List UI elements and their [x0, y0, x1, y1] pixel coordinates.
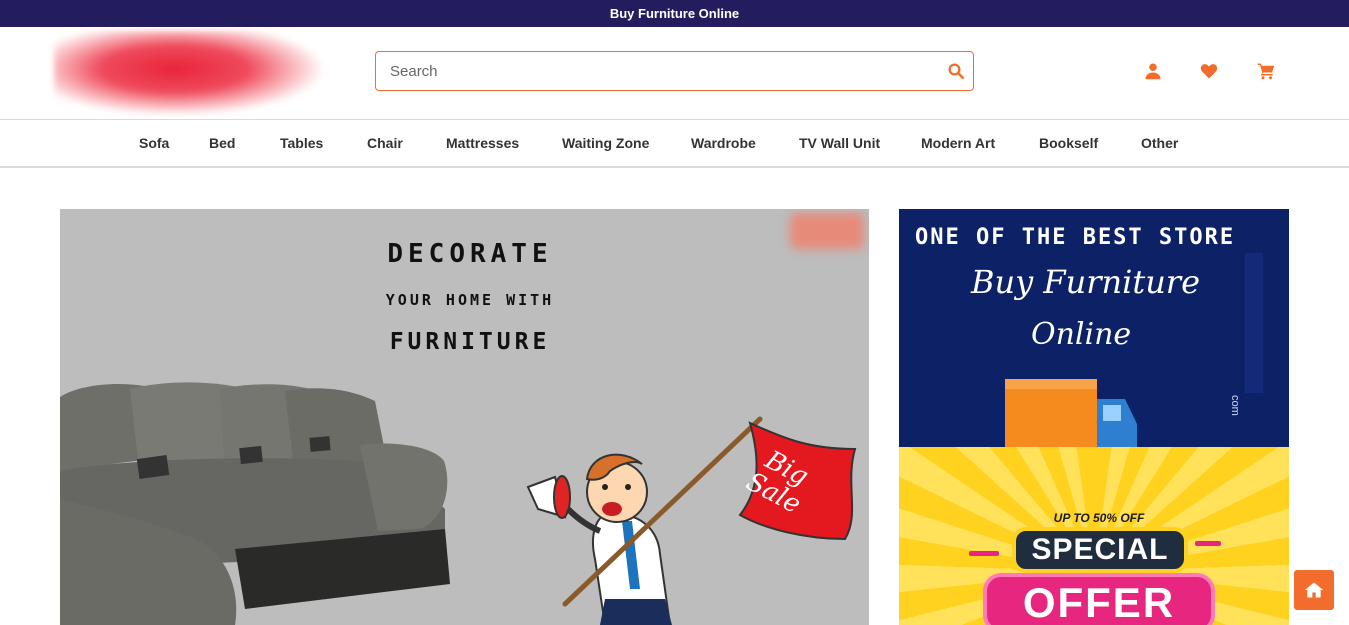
- search-input[interactable]: [390, 52, 930, 90]
- hero-heading-2: FURNITURE: [389, 329, 551, 355]
- nav-item-bed[interactable]: Bed: [209, 135, 235, 151]
- side-vertical-text: com: [1229, 395, 1241, 416]
- search-icon[interactable]: [947, 62, 965, 80]
- decor-dash: [969, 551, 999, 556]
- side-script-1: Buy Furniture: [971, 263, 1201, 301]
- site-logo[interactable]: [54, 31, 322, 115]
- nav-item-chair[interactable]: Chair: [367, 135, 403, 151]
- announcement-text: Buy Furniture Online: [609, 6, 740, 21]
- side-script-2: Online: [1031, 317, 1132, 352]
- nav-item-tables[interactable]: Tables: [280, 135, 323, 151]
- heart-icon[interactable]: [1199, 61, 1219, 81]
- cart-icon[interactable]: [1256, 61, 1276, 81]
- hero-heading: DECORATE: [387, 239, 553, 269]
- hero-subheading: YOUR HOME WITH: [385, 291, 555, 309]
- home-button[interactable]: [1294, 570, 1334, 610]
- nav-item-mattresses[interactable]: Mattresses: [446, 135, 519, 151]
- nav-item-other[interactable]: Other: [1141, 135, 1178, 151]
- offer-upto-text: UP TO 50% OFF: [1053, 511, 1145, 525]
- announcement-bar: Buy Furniture Online: [0, 0, 1349, 27]
- home-icon: [1304, 580, 1324, 600]
- hero-illustration: [60, 382, 857, 625]
- side-banner-delivery[interactable]: ONE OF THE BEST STORE Buy Furniture Onli…: [899, 209, 1289, 447]
- search-box: [375, 51, 974, 91]
- sofa-image: [60, 382, 450, 625]
- offer-special-label: SPECIAL: [1012, 527, 1188, 573]
- site-header: [0, 27, 1349, 119]
- user-icon[interactable]: [1143, 61, 1163, 81]
- side-banner-offer[interactable]: UP TO 50% OFF SPECIAL OFFER: [899, 447, 1289, 625]
- offer-label: OFFER: [983, 573, 1215, 625]
- cartoon-man: [526, 453, 672, 625]
- hero-banner[interactable]: DECORATE YOUR HOME WITH FURNITURE Big Sa…: [60, 209, 869, 625]
- nav-item-modern-art[interactable]: Modern Art: [921, 135, 995, 151]
- nav-item-wardrobe[interactable]: Wardrobe: [691, 135, 756, 151]
- nav-item-waiting-zone[interactable]: Waiting Zone: [562, 135, 649, 151]
- side-heading: ONE OF THE BEST STORE: [915, 225, 1236, 250]
- nav-item-tv-wall-unit[interactable]: TV Wall Unit: [799, 135, 880, 151]
- decor-dash: [1195, 541, 1221, 546]
- nav-item-sofa[interactable]: Sofa: [139, 135, 169, 151]
- nav-item-bookself[interactable]: Bookself: [1039, 135, 1098, 151]
- category-nav: Sofa Bed Tables Chair Mattresses Waiting…: [0, 119, 1349, 168]
